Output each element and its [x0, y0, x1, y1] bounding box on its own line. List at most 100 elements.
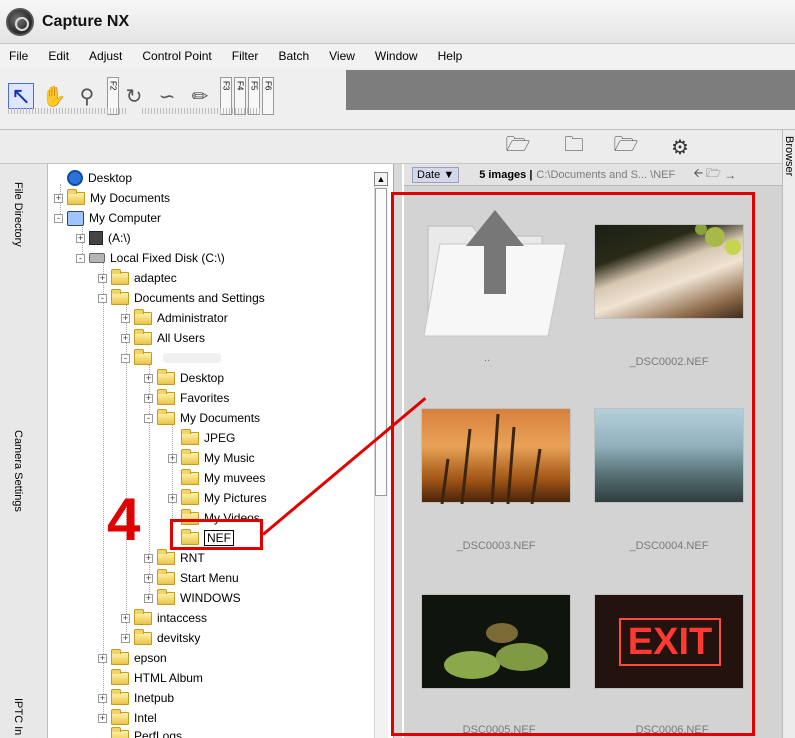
tree-item[interactable]: JPEG: [168, 428, 235, 448]
expand-icon[interactable]: +: [144, 393, 153, 403]
folder-icon: [157, 388, 175, 405]
expand-icon[interactable]: +: [98, 653, 107, 663]
image-count: 5 images |: [479, 168, 533, 181]
folder-icon: [111, 648, 129, 665]
folder-icon: [134, 308, 152, 325]
collapse-icon[interactable]: -: [76, 253, 85, 263]
tree-item[interactable]: PerfLogs: [98, 726, 182, 738]
scrollbar-thumb[interactable]: [375, 188, 387, 496]
open-folder-icon[interactable]: 🗁: [504, 134, 532, 158]
folder-icon: [111, 288, 129, 305]
tree-item[interactable]: + WINDOWS: [144, 588, 241, 608]
menu-adjust[interactable]: Adjust: [89, 49, 122, 63]
folder-nav-icon[interactable]: 🗁: [706, 164, 721, 185]
tree-item[interactable]: + My Music: [168, 448, 255, 468]
tree-item[interactable]: -: [121, 348, 221, 368]
tree-item[interactable]: + Intel: [98, 708, 157, 728]
tree-item[interactable]: + Favorites: [144, 388, 229, 408]
tree-item[interactable]: Desktop: [54, 168, 132, 188]
expand-icon[interactable]: +: [144, 373, 153, 383]
select-arrow-icon[interactable]: ↖: [8, 83, 34, 110]
expand-icon[interactable]: +: [54, 193, 63, 203]
tree-item[interactable]: - Documents and Settings: [98, 288, 265, 308]
title-bar: Capture NX: [0, 0, 795, 44]
tree-item[interactable]: + epson: [98, 648, 167, 668]
tree-item[interactable]: + intaccess: [121, 608, 207, 628]
expand-icon[interactable]: +: [144, 573, 153, 583]
tree-item[interactable]: + Desktop: [144, 368, 224, 388]
tree-item[interactable]: + devitsky: [121, 628, 200, 648]
expand-icon[interactable]: +: [98, 273, 107, 283]
menu-batch[interactable]: Batch: [278, 49, 309, 63]
browser-toolbar: 🗁 🗀 🗁 ⚙: [0, 130, 795, 164]
crop-icon[interactable]: ✏: [187, 83, 213, 109]
back-arrow-icon[interactable]: 🡨: [693, 164, 703, 185]
scroll-up-icon[interactable]: ▲: [374, 172, 388, 186]
expand-icon[interactable]: +: [98, 713, 107, 723]
tab-browser[interactable]: Browser: [783, 136, 795, 176]
tree-item[interactable]: HTML Album: [98, 668, 203, 688]
folder-icon: [157, 588, 175, 605]
fkey-f6[interactable]: F6: [262, 77, 274, 115]
collapse-icon[interactable]: -: [121, 353, 130, 363]
folder-icon: [181, 448, 199, 465]
expand-icon[interactable]: +: [121, 333, 130, 343]
rotate-icon[interactable]: ↻: [121, 83, 147, 109]
tree-item[interactable]: + RNT: [144, 548, 205, 568]
menu-filter[interactable]: Filter: [232, 49, 259, 63]
menu-view[interactable]: View: [329, 49, 355, 63]
computer-icon: [67, 210, 84, 226]
zoom-icon[interactable]: ⚲: [74, 83, 100, 109]
collapse-icon[interactable]: -: [98, 293, 107, 303]
expand-icon[interactable]: +: [98, 693, 107, 703]
floppy-drive-icon: [89, 231, 103, 245]
toolbar-grip[interactable]: [8, 108, 128, 114]
folder-icon: [157, 368, 175, 385]
menu-control-point[interactable]: Control Point: [142, 49, 211, 63]
settings-icon[interactable]: ⚙: [666, 136, 694, 159]
forward-arrow-icon[interactable]: →: [724, 168, 736, 182]
folder-icon: [157, 548, 175, 565]
collapse-icon[interactable]: -: [144, 413, 153, 423]
file-directory-tree: Desktop + My Documents - My Computer + (A:\…: [48, 164, 393, 738]
folder-icon: [134, 628, 152, 645]
tree-item[interactable]: - My Computer: [54, 208, 161, 228]
tree-item[interactable]: + Start Menu: [144, 568, 239, 588]
tree-item[interactable]: + (A:\): [76, 228, 131, 248]
tree-item[interactable]: + adaptec: [98, 268, 177, 288]
tree-item[interactable]: - My Documents: [144, 408, 260, 428]
menu-help[interactable]: Help: [438, 49, 463, 63]
menu-bar: File Edit Adjust Control Point Filter Ba…: [0, 44, 795, 68]
tree-item[interactable]: + Administrator: [121, 308, 228, 328]
menu-file[interactable]: File: [9, 49, 28, 63]
expand-icon[interactable]: +: [144, 553, 153, 563]
expand-icon[interactable]: +: [76, 233, 85, 243]
tab-iptc-info[interactable]: IPTC In: [12, 698, 24, 735]
expand-icon[interactable]: +: [144, 593, 153, 603]
tree-item[interactable]: + My Pictures: [168, 488, 267, 508]
tree-item[interactable]: - Local Fixed Disk (C:\): [76, 248, 225, 268]
tab-camera-settings[interactable]: Camera Settings: [12, 430, 24, 512]
hand-icon[interactable]: ✋: [41, 83, 67, 109]
tree-item[interactable]: + All Users: [121, 328, 205, 348]
expand-icon[interactable]: +: [168, 453, 177, 463]
open-image-icon[interactable]: 🗀: [560, 134, 588, 158]
menu-window[interactable]: Window: [375, 49, 418, 63]
tree-item[interactable]: My muvees: [168, 468, 265, 488]
menu-edit[interactable]: Edit: [48, 49, 69, 63]
straighten-icon[interactable]: ∽: [154, 83, 180, 109]
tab-file-directory[interactable]: File Directory: [12, 182, 24, 247]
sort-by-date-button[interactable]: Date ▼: [412, 166, 460, 183]
right-side-strip: [782, 130, 795, 738]
folder-icon: [111, 708, 129, 725]
expand-icon[interactable]: +: [168, 493, 177, 503]
collapse-icon[interactable]: -: [54, 213, 63, 223]
open-file-icon[interactable]: 🗁: [612, 134, 640, 158]
expand-icon[interactable]: +: [121, 313, 130, 323]
tree-item[interactable]: + My Documents: [54, 188, 170, 208]
folder-icon: [181, 488, 199, 505]
tree-item[interactable]: + Inetpub: [98, 688, 174, 708]
expand-icon[interactable]: +: [121, 633, 130, 643]
expand-icon[interactable]: +: [121, 613, 130, 623]
toolbar-grip[interactable]: [142, 108, 260, 114]
